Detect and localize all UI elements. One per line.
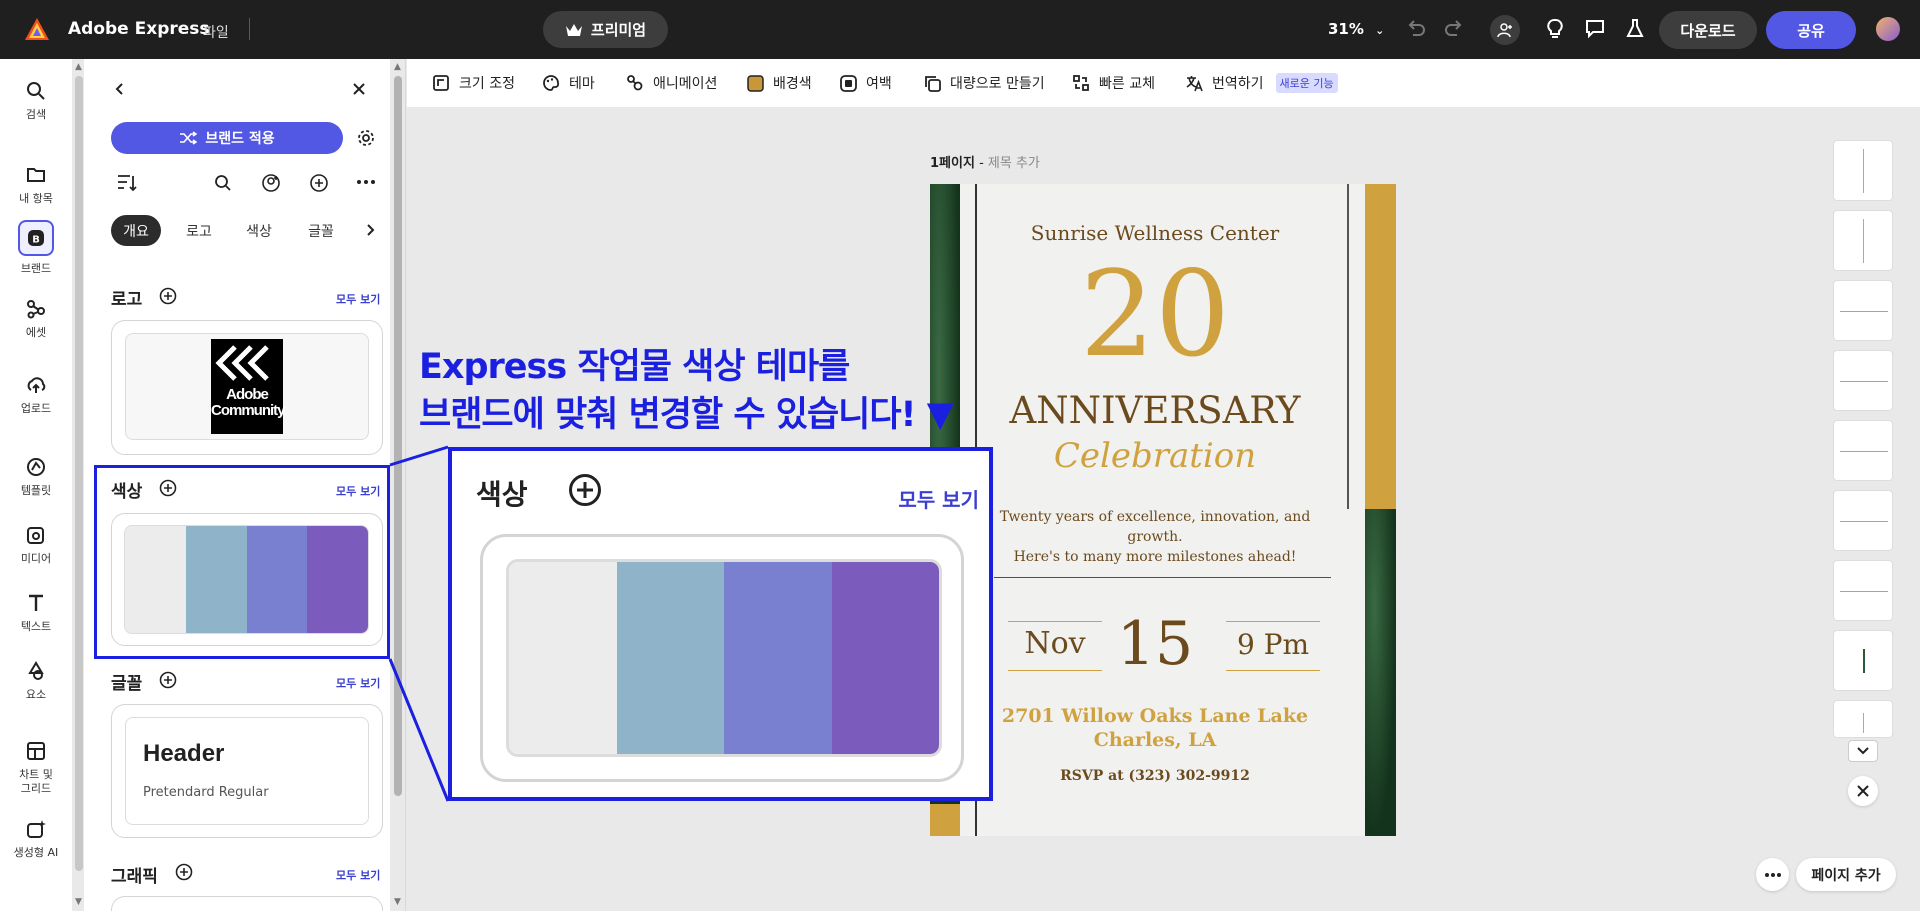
add-page-button[interactable]: 페이지 추가 <box>1796 858 1896 891</box>
page-thumbnail[interactable] <box>1833 280 1893 341</box>
page-thumbnail[interactable] <box>1833 210 1893 271</box>
zoomed-color-callout: 색상 모두 보기 <box>448 447 993 801</box>
zoom-swatch-2 <box>616 562 724 754</box>
zoom-swatch-1 <box>509 562 617 754</box>
page-thumbnail[interactable] <box>1833 490 1893 551</box>
page-thumbnail[interactable] <box>1833 560 1893 621</box>
page-thumbnail[interactable] <box>1833 420 1893 481</box>
thumbnails-expand-chevron-icon[interactable] <box>1848 740 1878 762</box>
zoom-color-palette <box>506 559 942 757</box>
zoom-swatch-3 <box>724 562 832 754</box>
page-more-options-icon[interactable] <box>1756 858 1789 891</box>
page-thumbnail[interactable] <box>1833 140 1893 201</box>
zoom-swatch-4 <box>831 562 939 754</box>
zoom-add-color-icon <box>568 473 602 507</box>
page-thumbnail[interactable] <box>1833 350 1893 411</box>
page-thumbnail[interactable] <box>1833 630 1893 691</box>
close-thumbnails-icon[interactable] <box>1848 776 1878 806</box>
page-thumbnail[interactable] <box>1833 700 1893 738</box>
zoom-color-title: 색상 <box>476 478 528 511</box>
zoom-see-all: 모두 보기 <box>898 488 979 512</box>
